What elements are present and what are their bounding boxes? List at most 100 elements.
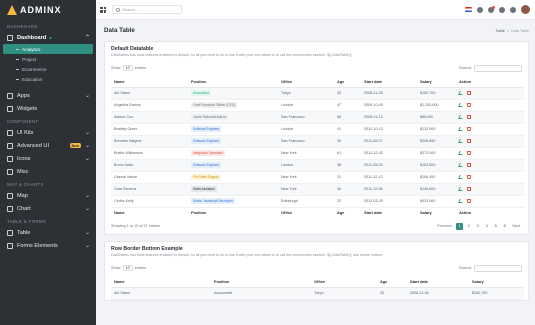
pagination-previous[interactable]: Previous — [435, 224, 454, 228]
page-button[interactable]: 1 — [456, 222, 464, 230]
edit-icon[interactable] — [458, 162, 464, 167]
column-header[interactable]: Salary — [469, 276, 524, 288]
trash-icon[interactable] — [467, 198, 471, 203]
misc-icon — [7, 168, 13, 175]
page-button[interactable]: 5 — [492, 223, 499, 230]
edit-icon[interactable] — [458, 150, 464, 155]
trash-icon[interactable] — [467, 150, 471, 155]
cell-position: Integration Specialist — [188, 147, 278, 160]
section-map-charts: MAP & CHARTS — [7, 182, 44, 187]
cell-age: 33 — [377, 287, 407, 300]
edit-icon[interactable] — [458, 114, 464, 119]
column-header[interactable]: Position — [211, 276, 311, 288]
sidebar-item-map[interactable]: Map ⌄ — [0, 189, 96, 202]
widgets-icon — [7, 105, 13, 112]
cell-position: Software Engineer — [188, 159, 278, 172]
sidebar-item-apps[interactable]: Apps ⌄ — [0, 89, 96, 102]
pagination: Previous 1 2 3 4 5 6 Next — [435, 222, 522, 230]
sidebar-subitem-label: Analytics — [22, 46, 41, 52]
sidebar-item-widgets[interactable]: Widgets — [0, 102, 96, 115]
trash-icon[interactable] — [467, 186, 471, 191]
column-header[interactable]: Age — [377, 276, 407, 288]
trash-icon[interactable] — [467, 102, 471, 107]
table-search-input[interactable] — [474, 264, 522, 272]
topbar: Search... — [96, 0, 535, 20]
edit-icon[interactable] — [458, 90, 464, 95]
cell-age: 38 — [334, 159, 361, 172]
column-header[interactable]: Name — [111, 276, 211, 288]
search-input[interactable]: Search... — [112, 5, 182, 14]
breadcrumb-home[interactable]: Table — [496, 29, 505, 33]
cell-age: 28 — [334, 135, 361, 148]
sidebar-subitem-analytics[interactable]: Analytics — [3, 44, 93, 54]
column-header[interactable]: Name — [111, 76, 188, 88]
edit-icon[interactable] — [458, 102, 464, 107]
page-button[interactable]: 4 — [483, 223, 490, 230]
edit-icon[interactable] — [458, 174, 464, 179]
column-header[interactable]: Age — [334, 76, 361, 88]
cell-start-date: 2012-10-13 — [361, 123, 417, 136]
brand[interactable]: ADMINX — [0, 0, 96, 20]
trash-icon[interactable] — [467, 138, 471, 143]
trash-icon[interactable] — [467, 90, 471, 95]
menu-grid-icon[interactable] — [100, 6, 106, 13]
sidebar-subitem-project[interactable]: Project — [0, 54, 96, 64]
entries-select[interactable]: 10 — [122, 65, 133, 71]
cell-start-date: 2012-03-29 — [361, 195, 417, 208]
page-button[interactable]: 6 — [501, 223, 508, 230]
avatar[interactable] — [521, 5, 530, 14]
trash-icon[interactable] — [467, 126, 471, 131]
edit-icon[interactable] — [458, 126, 464, 131]
table-search-input[interactable] — [474, 64, 522, 72]
column-header[interactable]: Position — [188, 76, 278, 88]
sidebar-item-icons[interactable]: Icons ⌄ — [0, 152, 96, 165]
cell-start-date: 2011-12-06 — [361, 183, 417, 196]
breadcrumb-separator: > — [506, 28, 509, 33]
cell-name: Caesar Vance — [111, 171, 188, 184]
cell-position: Senior Javascript Developer — [188, 195, 278, 208]
sidebar-item-forms-elements[interactable]: Forms Elements ⌄ — [0, 239, 96, 252]
page-button[interactable]: 2 — [465, 223, 472, 230]
trash-icon[interactable] — [467, 162, 471, 167]
column-header[interactable]: Salary — [417, 76, 456, 88]
cell-action — [456, 183, 524, 196]
column-header[interactable]: Office — [278, 76, 334, 88]
settings-icon[interactable] — [499, 6, 505, 13]
column-footer: Office — [278, 206, 334, 218]
column-header[interactable]: Start date — [361, 76, 417, 88]
main-content: Data Table Table > Data Table Default Da… — [104, 20, 529, 301]
pagination-next[interactable]: Next — [510, 224, 522, 228]
entries-select[interactable]: 10 — [122, 265, 133, 271]
trash-icon[interactable] — [467, 174, 471, 179]
notification-icon[interactable] — [488, 5, 495, 13]
cell-salary: $206,850 — [417, 135, 456, 148]
trash-icon[interactable] — [467, 114, 471, 119]
sidebar-item-ui-kits[interactable]: UI Kits ⌄ — [0, 126, 96, 139]
table-row: Ashton Cox Junior Technical Author San Fra… — [111, 111, 524, 124]
cell-start-date: 2011-06-07 — [361, 135, 417, 148]
sidebar-item-label: Dashboard — [17, 34, 47, 41]
edit-icon[interactable] — [458, 138, 464, 143]
column-header[interactable]: Action — [456, 76, 524, 88]
language-flag-icon[interactable] — [465, 7, 472, 12]
edit-icon[interactable] — [458, 186, 464, 191]
sidebar-subitem-education[interactable]: Education — [0, 74, 96, 84]
column-header[interactable]: Office — [311, 276, 377, 288]
sidebar-item-chart[interactable]: Chart ⌄ — [0, 202, 96, 215]
sidebar-item-dashboard[interactable]: Dashboard ● ⌃ — [0, 31, 96, 44]
forms-icon — [7, 242, 13, 249]
sidebar-item-advanced-ui[interactable]: Advanced UI New ⌄ — [0, 139, 96, 152]
cell-age: 61 — [334, 147, 361, 160]
column-footer: Position — [188, 206, 278, 218]
sidebar-item-misc[interactable]: Misc — [0, 165, 96, 178]
cell-action — [456, 111, 524, 124]
edit-icon[interactable] — [458, 198, 464, 203]
sidebar-item-table[interactable]: Table ⌄ — [0, 226, 96, 239]
sidebar: ADMINX DASHBOARD Dashboard ● ⌃ Analytics … — [0, 0, 96, 325]
sidebar-subitem-ecommerce[interactable]: Ecommerce — [0, 64, 96, 74]
moon-icon[interactable] — [510, 6, 516, 13]
apps-icon[interactable] — [477, 6, 483, 13]
entries-length: Show 10 entries — [111, 65, 146, 71]
column-header[interactable]: Start date — [407, 276, 469, 288]
page-button[interactable]: 3 — [474, 223, 481, 230]
